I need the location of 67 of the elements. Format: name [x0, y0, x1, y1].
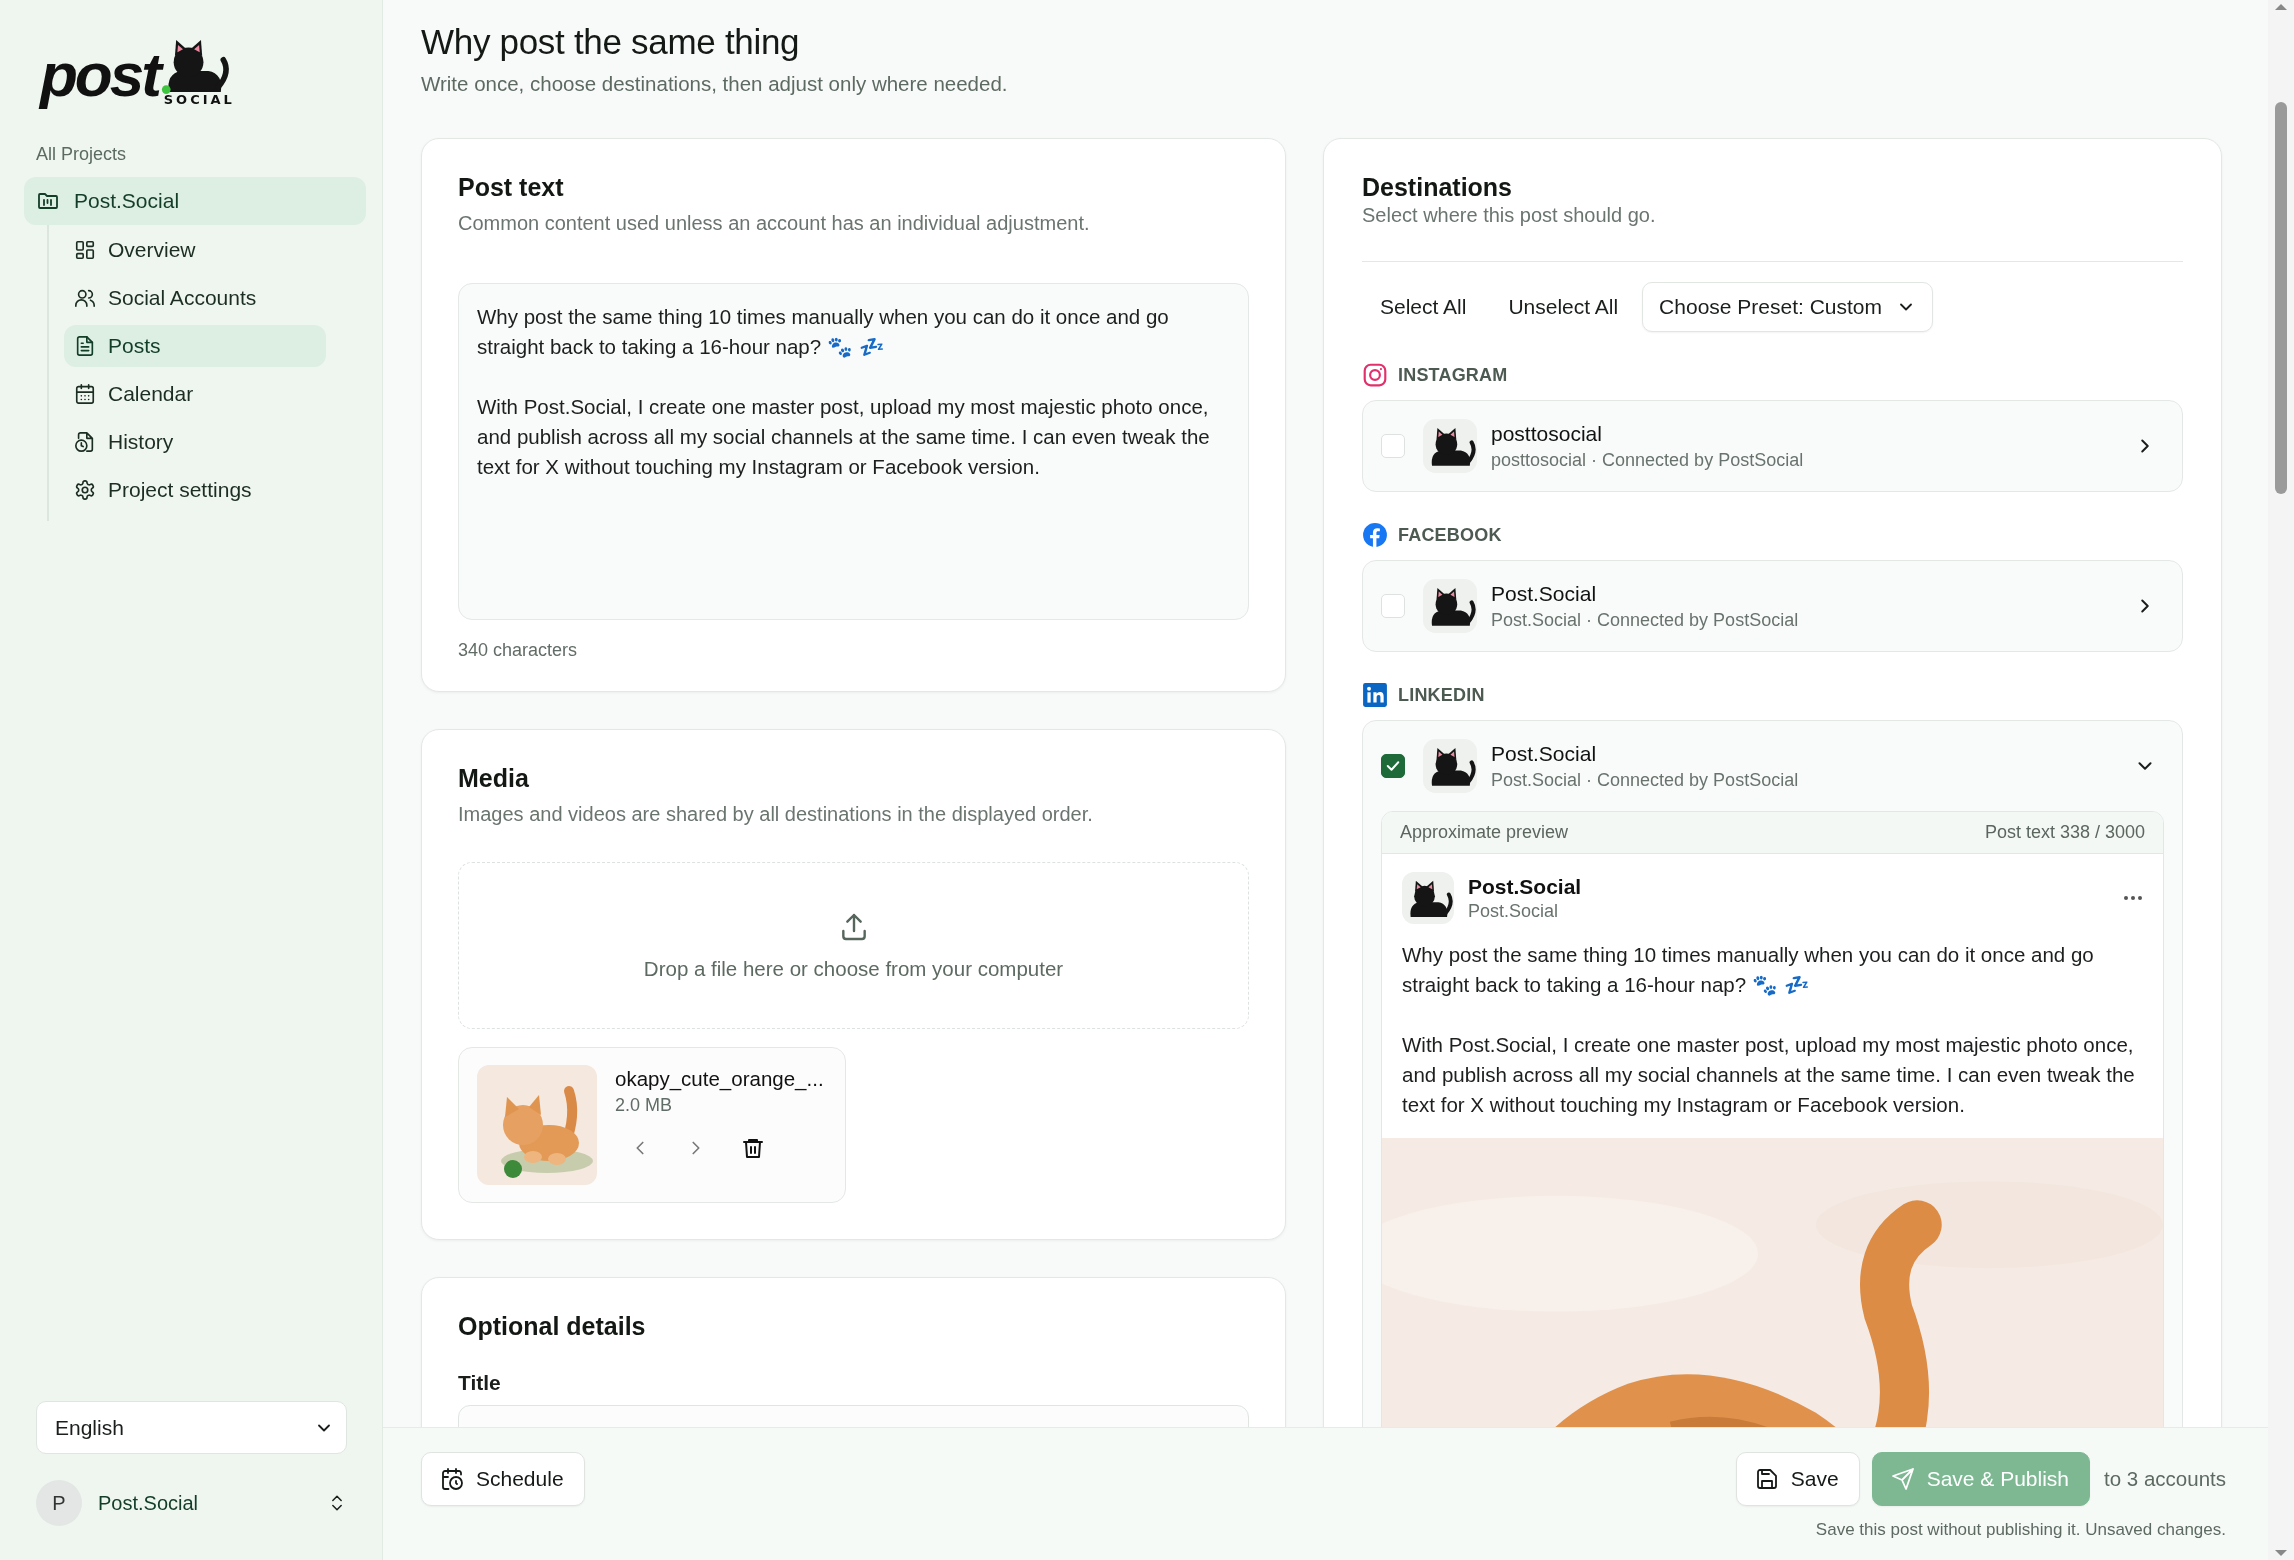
card-title: Destinations [1362, 173, 1514, 202]
facebook-icon [1362, 522, 1388, 548]
cat-avatar [1423, 419, 1477, 473]
save-hint: Save this post without publishing it. Unsaved changes. [1815, 1520, 2226, 1540]
sidebar-item[interactable]: History [64, 421, 326, 463]
language-select[interactable]: English [36, 1401, 347, 1454]
cat-avatar [1423, 739, 1477, 793]
preview-label: Approximate preview [1400, 822, 1569, 843]
file-dropzone[interactable]: Drop a file here or choose from your computer [458, 862, 1249, 1029]
dropzone-text: Drop a file here or choose from your computer [643, 956, 1064, 981]
preview-author: Post.Social [1468, 874, 1582, 899]
save-icon [1754, 1467, 1779, 1491]
file-size: 2.0 MB [615, 1095, 674, 1116]
preset-dropdown[interactable]: Choose Preset: Custom [1642, 282, 1934, 332]
logo-tagline: SOCIAL [163, 93, 235, 106]
card-title: Media [458, 764, 530, 793]
cat-avatar [1402, 872, 1454, 924]
cat-avatar [1423, 579, 1477, 633]
field-label: Title [458, 1371, 502, 1395]
document-icon [74, 335, 96, 357]
account-name: Post.Social [1491, 581, 1598, 606]
network-label: FACEBOOK [1398, 524, 1502, 546]
sidebar-item[interactable]: Calendar [64, 373, 326, 415]
action-button[interactable]: Unselect All [1490, 283, 1637, 331]
sidebar-item[interactable]: Project settings [64, 469, 326, 511]
user-name: Post.Social [98, 1491, 200, 1515]
account-detail: Post.Social · Connected by PostSocial [1491, 609, 1799, 631]
preview-count: Post text 338 / 3000 [1984, 822, 2145, 843]
preview-handle: Post.Social [1468, 900, 1560, 922]
sidebar-item[interactable]: Social Accounts [64, 277, 326, 319]
schedule-button[interactable]: Schedule [421, 1452, 585, 1506]
linkedin-icon [1362, 682, 1388, 708]
send-icon [1890, 1467, 1915, 1491]
network-label: INSTAGRAM [1398, 364, 1508, 386]
trash-icon[interactable] [741, 1136, 765, 1160]
instagram-icon [1362, 362, 1388, 388]
card-description: Images and videos are shared by all destinations in the displayed order. [458, 803, 1094, 826]
account-name: Post.Social [1491, 741, 1598, 766]
post-text-field[interactable]: Why post the same thing 10 times manually when you can do it once and go straight back to taking a 16-hour nap? 🐾 💤 With Post.Social, I create one master post, upload my most majestic photo once, and publish across all my social channels at the same time. I can even tweak the text for X without touching my Instagram or Facebook version. [458, 283, 1249, 620]
users-icon [74, 287, 96, 309]
recipient-count: to 3 accounts [2104, 1467, 2226, 1491]
account-name: posttosocial [1491, 421, 1603, 446]
section-label: All Projects [36, 144, 127, 165]
sidebar-item[interactable]: Overview [64, 229, 326, 271]
project-item[interactable]: Post.Social [24, 177, 366, 225]
network-label: LINKEDIN [1398, 684, 1485, 706]
file-clock-icon [74, 431, 96, 453]
card-description: Select where this post should go. [1362, 204, 1657, 227]
settings-icon [74, 479, 96, 501]
character-count: 340 characters [458, 640, 579, 661]
page-subtitle: Write once, choose destinations, then adjust only where needed. [421, 72, 1009, 96]
card-title: Post text [458, 173, 565, 202]
page-title: Why post the same thing [421, 22, 801, 62]
account-detail: posttosocial · Connected by PostSocial [1491, 449, 1804, 471]
calendar-clock-icon [440, 1467, 464, 1491]
file-name: okapy_cute_orange_... [615, 1067, 824, 1091]
preview-text: Why post the same thing 10 times manually when you can do it once and go straight back to taking a 16-hour nap? 🐾 💤 With Post.Social, I create one master post, upload my most majestic photo once, and publish across all my social channels at the same time. I can even tweak the text for X without touching my Instagram or Facebook version. [1402, 942, 2136, 1118]
save-button[interactable]: Save [1735, 1452, 1860, 1506]
action-button[interactable]: Select All [1362, 283, 1485, 331]
calendar-icon [74, 383, 96, 405]
sidebar-item[interactable]: Posts [64, 325, 326, 367]
user-avatar: P [36, 1480, 82, 1526]
account-detail: Post.Social · Connected by PostSocial [1491, 769, 1799, 791]
card-title: Optional details [458, 1312, 647, 1341]
card-description: Common content used unless an account has an individual adjustment. [458, 212, 1091, 235]
grid-icon [74, 239, 96, 261]
checkbox[interactable] [1381, 754, 1405, 778]
